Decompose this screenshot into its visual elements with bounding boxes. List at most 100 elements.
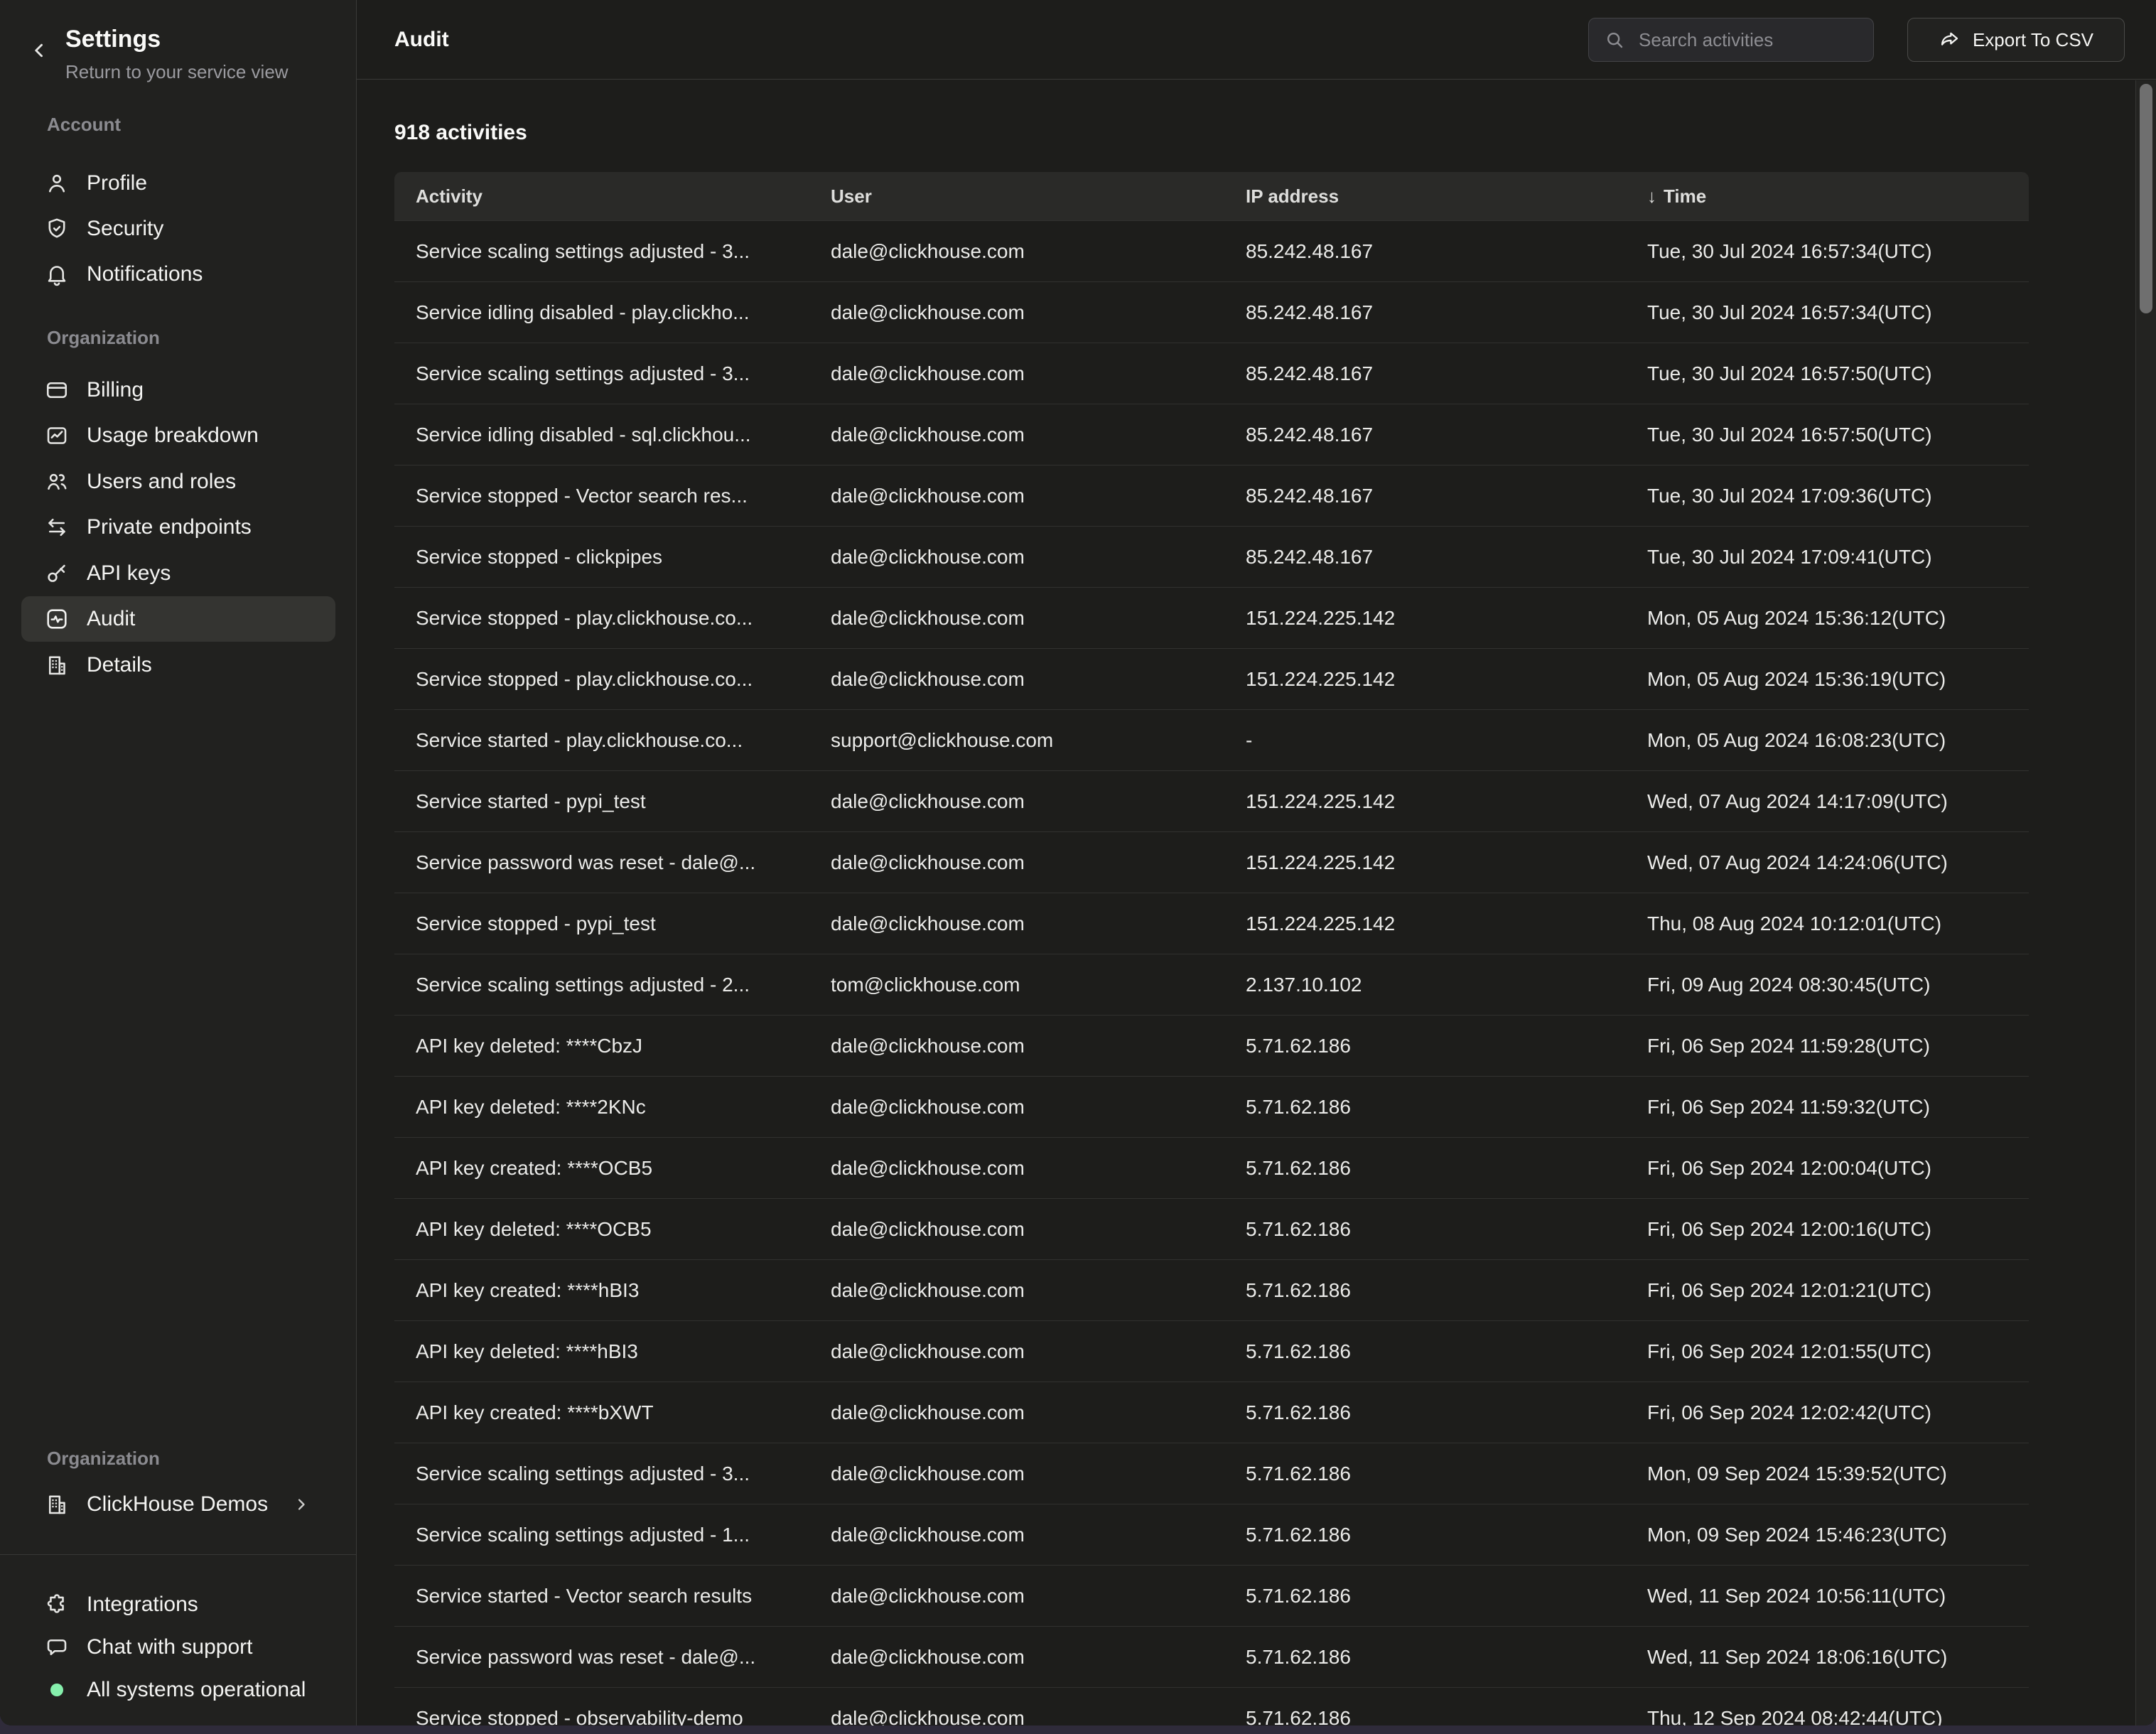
cell-activity: API key deleted: ****hBI3: [394, 1340, 809, 1363]
cell-time: Tue, 30 Jul 2024 16:57:50(UTC): [1626, 424, 2029, 446]
cell-activity: API key deleted: ****OCB5: [394, 1218, 809, 1241]
sidebar-item-users-and-roles[interactable]: Users and roles: [21, 459, 335, 505]
cell-activity: API key created: ****hBI3: [394, 1279, 809, 1302]
table-row: Service scaling settings adjusted - 1...…: [394, 1504, 2029, 1565]
cell-user: dale@clickhouse.com: [809, 362, 1224, 385]
sidebar-item-notifications[interactable]: Notifications: [21, 252, 335, 297]
cell-user: dale@clickhouse.com: [809, 1035, 1224, 1057]
sidebar-item-label: Users and roles: [87, 470, 236, 494]
sidebar-item-usage-breakdown[interactable]: Usage breakdown: [21, 413, 335, 458]
sidebar-item-security[interactable]: Security: [21, 206, 335, 252]
cell-time: Fri, 06 Sep 2024 11:59:32(UTC): [1626, 1096, 2029, 1119]
table-row: Service scaling settings adjusted - 3...…: [394, 220, 2029, 281]
cell-activity: API key deleted: ****CbzJ: [394, 1035, 809, 1057]
cell-ip: 5.71.62.186: [1224, 1218, 1626, 1241]
cell-ip: 85.242.48.167: [1224, 301, 1626, 324]
sidebar-item-billing[interactable]: Billing: [21, 367, 335, 413]
sidebar-divider: [0, 1554, 357, 1555]
sidebar-item-audit[interactable]: Audit: [21, 596, 335, 642]
sidebar-item-chat-support[interactable]: Chat with support: [21, 1625, 335, 1670]
cell-activity: Service stopped - play.clickhouse.co...: [394, 607, 809, 630]
table-row: Service password was reset - dale@... da…: [394, 1626, 2029, 1687]
shield-check-icon: [44, 216, 70, 242]
cell-user: support@clickhouse.com: [809, 729, 1224, 752]
export-csv-button[interactable]: Export To CSV: [1907, 18, 2125, 62]
cell-activity: Service stopped - clickpipes: [394, 546, 809, 569]
table-row: Service stopped - pypi_test dale@clickho…: [394, 893, 2029, 954]
cell-activity: Service stopped - pypi_test: [394, 912, 809, 935]
scrollbar-thumb[interactable]: [2140, 84, 2152, 313]
cell-activity: Service scaling settings adjusted - 3...: [394, 362, 809, 385]
bell-icon: [44, 262, 70, 287]
cell-ip: 5.71.62.186: [1224, 1096, 1626, 1119]
org-switcher-label: ClickHouse Demos: [87, 1492, 268, 1517]
cell-activity: Service started - Vector search results: [394, 1585, 809, 1608]
cell-ip: 5.71.62.186: [1224, 1585, 1626, 1608]
column-header-ip[interactable]: IP address: [1224, 185, 1626, 208]
column-header-activity[interactable]: Activity: [394, 185, 809, 208]
cell-user: dale@clickhouse.com: [809, 1463, 1224, 1485]
column-header-user[interactable]: User: [809, 185, 1224, 208]
cell-activity: Service password was reset - dale@...: [394, 851, 809, 874]
sidebar-item-api-keys[interactable]: API keys: [21, 551, 335, 596]
table-body: Service scaling settings adjusted - 3...…: [394, 220, 2029, 1725]
cell-time: Wed, 07 Aug 2024 14:17:09(UTC): [1626, 790, 2029, 813]
cell-user: dale@clickhouse.com: [809, 301, 1224, 324]
cell-ip: 5.71.62.186: [1224, 1401, 1626, 1424]
app-panel: Settings Return to your service view Acc…: [0, 0, 2156, 1725]
chat-bubble-icon: [44, 1635, 70, 1660]
cell-user: dale@clickhouse.com: [809, 1401, 1224, 1424]
cell-user: dale@clickhouse.com: [809, 1585, 1224, 1608]
cell-time: Mon, 05 Aug 2024 15:36:12(UTC): [1626, 607, 2029, 630]
sidebar-item-details[interactable]: Details: [21, 642, 335, 688]
sidebar-item-integrations[interactable]: Integrations: [21, 1582, 335, 1627]
cell-user: dale@clickhouse.com: [809, 1646, 1224, 1669]
search-input[interactable]: [1637, 28, 1859, 52]
system-status[interactable]: All systems operational: [21, 1667, 335, 1713]
cell-ip: 5.71.62.186: [1224, 1157, 1626, 1180]
cell-activity: API key created: ****OCB5: [394, 1157, 809, 1180]
cell-time: Fri, 06 Sep 2024 12:00:16(UTC): [1626, 1218, 2029, 1241]
table-row: Service stopped - play.clickhouse.co... …: [394, 648, 2029, 709]
cell-time: Wed, 07 Aug 2024 14:24:06(UTC): [1626, 851, 2029, 874]
back-button[interactable]: [27, 38, 51, 63]
table-row: Service scaling settings adjusted - 3...…: [394, 1443, 2029, 1504]
table-row: API key created: ****bXWT dale@clickhous…: [394, 1382, 2029, 1443]
swap-arrows-icon: [44, 515, 70, 540]
sidebar-item-private-endpoints[interactable]: Private endpoints: [21, 505, 335, 550]
section-label-organization-switcher: Organization: [47, 1448, 160, 1470]
cell-user: dale@clickhouse.com: [809, 546, 1224, 569]
status-dot-icon: [50, 1684, 63, 1696]
cell-time: Tue, 30 Jul 2024 16:57:34(UTC): [1626, 301, 2029, 324]
activities-count: 918 activities: [394, 121, 527, 145]
cell-user: dale@clickhouse.com: [809, 1096, 1224, 1119]
sidebar-item-profile[interactable]: Profile: [21, 161, 335, 206]
org-switcher[interactable]: ClickHouse Demos: [21, 1482, 335, 1527]
cell-ip: -: [1224, 729, 1626, 752]
cell-user: dale@clickhouse.com: [809, 1279, 1224, 1302]
sort-desc-icon: ↓: [1647, 185, 1656, 208]
cell-ip: 151.224.225.142: [1224, 851, 1626, 874]
cell-time: Wed, 11 Sep 2024 10:56:11(UTC): [1626, 1585, 2029, 1608]
cell-ip: 151.224.225.142: [1224, 607, 1626, 630]
chevron-right-icon: [291, 1495, 311, 1514]
column-header-time[interactable]: ↓ Time: [1626, 185, 2029, 208]
cell-user: dale@clickhouse.com: [809, 1524, 1224, 1546]
user-icon: [44, 171, 70, 196]
cell-user: dale@clickhouse.com: [809, 851, 1224, 874]
cell-user: dale@clickhouse.com: [809, 1157, 1224, 1180]
credit-card-icon: [44, 377, 70, 403]
scrollbar-track[interactable]: [2135, 80, 2156, 1725]
cell-time: Fri, 06 Sep 2024 12:01:21(UTC): [1626, 1279, 2029, 1302]
activity-icon: [44, 606, 70, 632]
users-icon: [44, 469, 70, 495]
cell-ip: 2.137.10.102: [1224, 974, 1626, 996]
table-row: Service password was reset - dale@... da…: [394, 831, 2029, 893]
cell-ip: 85.242.48.167: [1224, 485, 1626, 507]
sidebar-item-label: Profile: [87, 171, 147, 195]
table-row: Service stopped - clickpipes dale@clickh…: [394, 526, 2029, 587]
cell-ip: 5.71.62.186: [1224, 1279, 1626, 1302]
table-row: Service stopped - observability-demo dal…: [394, 1687, 2029, 1725]
page-title: Audit: [394, 0, 449, 80]
chart-icon: [44, 423, 70, 448]
